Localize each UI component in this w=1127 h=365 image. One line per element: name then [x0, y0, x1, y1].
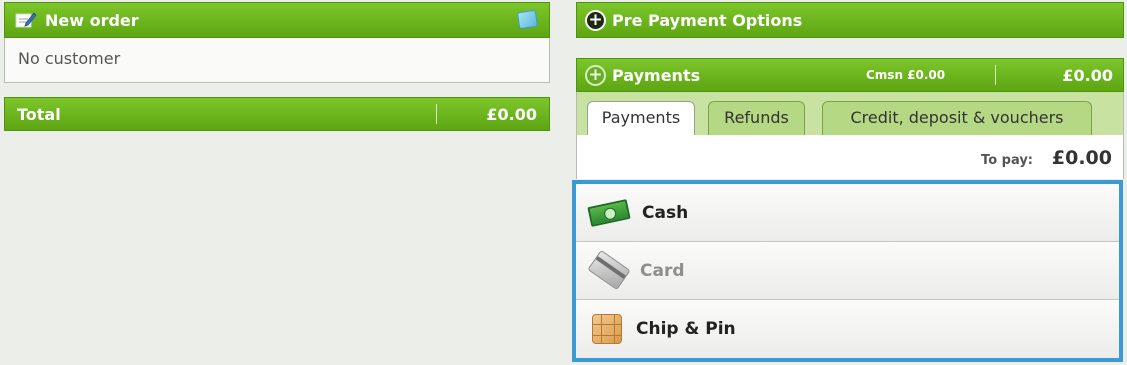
cash-icon: [586, 198, 632, 227]
payment-method-label: Card: [640, 260, 685, 281]
pre-payment-options-header[interactable]: + Pre Payment Options: [576, 2, 1124, 38]
payments-title: Payments: [612, 65, 701, 85]
tab-label: Payments: [601, 108, 681, 127]
tab-credit-deposit-vouchers[interactable]: Credit, deposit & vouchers: [822, 101, 1092, 135]
tab-refunds[interactable]: Refunds: [708, 101, 805, 135]
tab-payments[interactable]: Payments: [587, 101, 695, 136]
payment-method-card[interactable]: Card: [576, 242, 1119, 300]
customer-field[interactable]: No customer: [4, 38, 550, 83]
pre-payment-options-title: Pre Payment Options: [612, 10, 803, 30]
payment-method-list: Cash Card Chip & Pin: [572, 180, 1123, 362]
payment-method-chip-pin[interactable]: Chip & Pin: [576, 300, 1119, 358]
total-label: Total: [17, 104, 61, 124]
new-order-title: New order: [45, 10, 139, 30]
expand-plus-icon[interactable]: +: [585, 64, 606, 86]
chip-pin-icon: [592, 314, 622, 344]
total-amount: £0.00: [486, 105, 537, 124]
payment-tabs: Payments Refunds Credit, deposit & vouch…: [576, 92, 1124, 136]
to-pay-row: To pay: £0.00: [576, 135, 1124, 179]
payments-amount: £0.00: [1062, 66, 1113, 85]
payment-method-label: Cash: [642, 202, 689, 223]
tab-label: Credit, deposit & vouchers: [850, 108, 1064, 127]
tab-label: Refunds: [724, 108, 789, 127]
customer-text: No customer: [18, 49, 121, 68]
new-order-header: New order: [4, 2, 550, 38]
payment-method-cash[interactable]: Cash: [576, 184, 1119, 242]
divider: [436, 104, 437, 124]
commission-label: Cmsn £0.00: [866, 68, 946, 82]
total-bar: Total £0.00: [4, 97, 550, 131]
edit-order-icon: [15, 12, 37, 28]
divider: [995, 65, 996, 85]
to-pay-amount: £0.00: [1051, 147, 1112, 169]
expand-plus-icon[interactable]: +: [585, 9, 606, 31]
note-icon[interactable]: [516, 9, 539, 30]
card-icon: [586, 249, 631, 290]
to-pay-label: To pay:: [981, 153, 1033, 168]
payments-header: + Payments Cmsn £0.00 £0.00: [576, 58, 1124, 92]
payment-method-label: Chip & Pin: [636, 319, 736, 339]
